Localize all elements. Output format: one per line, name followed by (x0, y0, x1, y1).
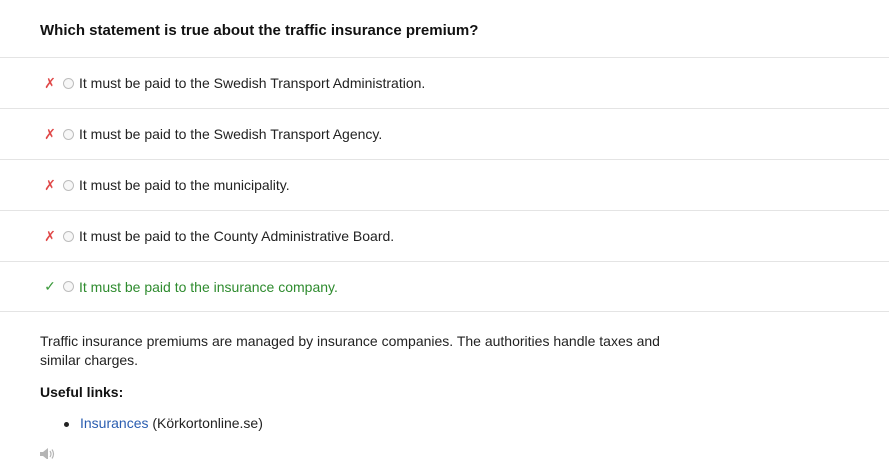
x-mark-icon: ✗ (44, 74, 56, 91)
answer-option-4[interactable]: ✗ It must be paid to the County Administ… (0, 210, 889, 261)
answer-option-1[interactable]: ✗ It must be paid to the Swedish Transpo… (0, 57, 889, 108)
link-source: (Körkortonline.se) (148, 415, 263, 431)
x-mark-icon: ✗ (44, 125, 56, 142)
useful-links-heading: Useful links: (40, 384, 124, 400)
insurances-link[interactable]: Insurances (80, 415, 148, 431)
answer-option-3[interactable]: ✗ It must be paid to the municipality. (0, 159, 889, 210)
answer-label: It must be paid to the Swedish Transport… (79, 75, 426, 91)
answer-label: It must be paid to the County Administra… (79, 228, 395, 244)
answer-option-5[interactable]: ✓ It must be paid to the insurance compa… (0, 261, 889, 312)
quiz-result-page: Which statement is true about the traffi… (0, 0, 889, 459)
answer-list: ✗ It must be paid to the Swedish Transpo… (0, 57, 889, 312)
x-mark-icon: ✗ (44, 176, 56, 193)
radio-button[interactable] (63, 179, 74, 191)
radio-button[interactable] (63, 77, 74, 89)
x-mark-icon: ✗ (44, 227, 56, 244)
radio-button[interactable] (63, 230, 74, 242)
speaker-icon[interactable] (40, 447, 58, 459)
answer-label: It must be paid to the Swedish Transport… (79, 126, 383, 142)
checkmark-icon: ✓ (44, 278, 56, 294)
useful-links-list: Insurances (Körkortonline.se) (62, 415, 263, 431)
list-item: Insurances (Körkortonline.se) (62, 415, 263, 431)
radio-button[interactable] (63, 128, 74, 140)
question-text: Which statement is true about the traffi… (40, 22, 479, 39)
answer-label: It must be paid to the municipality. (79, 177, 290, 193)
answer-option-2[interactable]: ✗ It must be paid to the Swedish Transpo… (0, 108, 889, 159)
answer-label-correct: It must be paid to the insurance company… (79, 278, 338, 295)
explanation-text: Traffic insurance premiums are managed b… (40, 333, 660, 368)
radio-button[interactable] (63, 281, 74, 292)
